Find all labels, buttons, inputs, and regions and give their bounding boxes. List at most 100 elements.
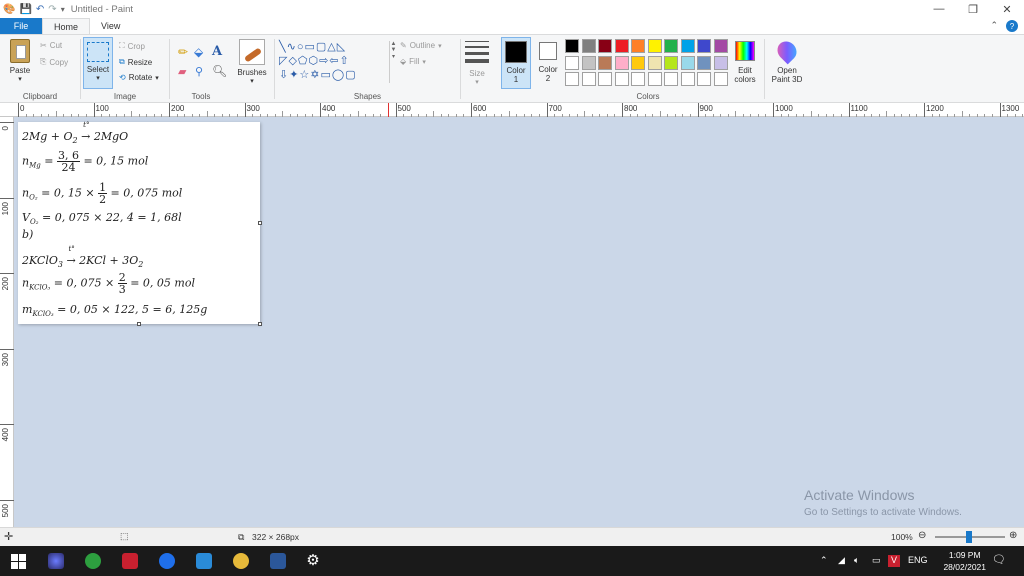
clock[interactable]: 1:09 PM 28/02/2021 bbox=[943, 549, 986, 573]
resize-handle-right[interactable] bbox=[258, 221, 262, 225]
tab-home[interactable]: Home bbox=[42, 18, 91, 34]
redo-icon[interactable]: ↷ bbox=[48, 4, 56, 15]
palette-swatch[interactable] bbox=[697, 55, 711, 70]
shapes-gallery[interactable]: ╲∿○▭▢△◺ ◸◇⬠⬡⇨⇦⇧ ⇩✦☆✡▭◯▢ bbox=[279, 40, 389, 84]
volume-icon[interactable]: 🔈︎ bbox=[854, 555, 859, 566]
open-paint3d-button[interactable]: Open Paint 3D bbox=[767, 37, 807, 84]
palette-swatch[interactable] bbox=[664, 55, 678, 70]
wifi-icon[interactable]: ◢ bbox=[838, 555, 845, 566]
palette-swatch[interactable] bbox=[647, 55, 662, 70]
customize-qa-icon[interactable]: ▾ bbox=[61, 5, 65, 14]
palette-swatch[interactable] bbox=[713, 55, 728, 70]
palette-swatch[interactable] bbox=[631, 39, 645, 53]
palette-swatch[interactable] bbox=[680, 72, 695, 86]
battery-icon[interactable]: ▭ bbox=[872, 555, 881, 566]
save-icon[interactable]: 💾 bbox=[19, 4, 31, 15]
fill-button[interactable]: ⬙ Fill ▾ bbox=[400, 57, 426, 66]
app-icon-1[interactable] bbox=[48, 553, 64, 569]
activate-windows-watermark: Activate Windows Go to Settings to activ… bbox=[804, 487, 962, 518]
palette-swatch[interactable] bbox=[697, 72, 711, 86]
paint-taskbar-icon[interactable] bbox=[233, 553, 249, 569]
palette-swatch[interactable] bbox=[713, 39, 728, 53]
fill-bucket-icon[interactable]: ⬙ bbox=[194, 45, 203, 59]
tab-file[interactable]: File bbox=[0, 18, 42, 34]
collapse-ribbon-icon[interactable]: ⌃ bbox=[990, 20, 998, 32]
palette-swatch[interactable] bbox=[664, 39, 678, 53]
close-button[interactable]: ✕ bbox=[990, 0, 1024, 18]
zoom-slider-thumb[interactable] bbox=[966, 531, 972, 543]
ruler-label: 300 bbox=[1, 352, 10, 366]
shapes-scroll[interactable]: ▲ ▼ ▾ bbox=[389, 41, 397, 83]
app-icon-2[interactable] bbox=[85, 553, 101, 569]
zoom-level: 100% bbox=[891, 532, 913, 542]
palette-swatch[interactable] bbox=[598, 72, 612, 86]
undo-icon[interactable]: ↶ bbox=[36, 4, 44, 15]
palette-swatch[interactable] bbox=[565, 72, 579, 86]
eraser-icon[interactable]: ▰ bbox=[178, 65, 186, 78]
ruler-label: 1300 bbox=[1001, 104, 1020, 113]
palette-swatch[interactable] bbox=[614, 39, 629, 53]
palette-swatch[interactable] bbox=[598, 55, 612, 70]
color1-button[interactable]: Color 1 bbox=[501, 37, 531, 89]
palette-swatch[interactable] bbox=[647, 39, 662, 53]
restore-button[interactable]: ❐ bbox=[956, 0, 990, 18]
pencil-icon[interactable]: ✏ bbox=[178, 45, 188, 59]
copy-button[interactable]: ⎘ Copy bbox=[40, 57, 68, 67]
palette-swatch[interactable] bbox=[581, 72, 596, 86]
minimize-button[interactable]: — bbox=[922, 0, 956, 18]
zoom-out-button[interactable]: ⊖ bbox=[918, 530, 926, 541]
input-language[interactable]: ENG bbox=[908, 555, 928, 565]
app-icon-5[interactable] bbox=[196, 553, 212, 569]
zoom-in-button[interactable]: ⊕ bbox=[1009, 530, 1017, 541]
crop-button[interactable]: ⛶ Crop bbox=[119, 41, 145, 51]
palette-swatch[interactable] bbox=[664, 72, 678, 86]
tray-chevron-icon[interactable]: ⌃ bbox=[820, 555, 828, 566]
palette-swatch[interactable] bbox=[631, 55, 645, 70]
ruler-tick bbox=[18, 103, 19, 117]
resize-handle-bottom[interactable] bbox=[137, 322, 141, 326]
palette-swatch[interactable] bbox=[565, 39, 579, 53]
help-icon[interactable]: ? bbox=[1006, 20, 1018, 32]
edit-colors-button[interactable]: Edit colors bbox=[730, 39, 760, 84]
text-tool-icon[interactable]: A bbox=[212, 44, 222, 59]
windows-start-icon[interactable] bbox=[10, 553, 26, 569]
palette-swatch[interactable] bbox=[614, 72, 629, 86]
drawing-canvas[interactable]: 2Mg + O2 → t° 2MgO nMg = 3, 6 24 = 0, 15 m… bbox=[18, 121, 262, 326]
scissors-icon: ✂ bbox=[40, 41, 47, 50]
paste-button[interactable]: Paste ▾ bbox=[6, 39, 34, 84]
clock-date: 28/02/2021 bbox=[943, 562, 986, 572]
palette-swatch[interactable] bbox=[614, 55, 629, 70]
palette-swatch[interactable] bbox=[647, 72, 662, 86]
notification-icon[interactable]: 🗨︎ bbox=[992, 553, 1006, 566]
cut-button[interactable]: ✂ Cut bbox=[40, 41, 62, 50]
color-picker-icon[interactable]: ⚲ bbox=[195, 65, 203, 78]
palette-swatch[interactable] bbox=[581, 39, 596, 53]
color2-button[interactable]: Color 2 bbox=[534, 39, 562, 83]
rotate-button[interactable]: ⟲ Rotate ▾ bbox=[119, 73, 159, 82]
select-button[interactable]: Select ▾ bbox=[83, 37, 113, 89]
image-size-icon: ⧉ bbox=[238, 532, 245, 542]
tab-view[interactable]: View bbox=[90, 18, 131, 34]
brushes-button[interactable]: Brushes ▾ bbox=[234, 39, 270, 86]
settings-gear-icon[interactable]: ⚙ bbox=[305, 553, 321, 569]
palette-swatch[interactable] bbox=[581, 55, 596, 70]
palette-swatch[interactable] bbox=[680, 39, 695, 53]
palette-swatch[interactable] bbox=[697, 39, 711, 53]
palette-swatch[interactable] bbox=[598, 39, 612, 53]
palette-swatch[interactable] bbox=[680, 55, 695, 70]
word-icon[interactable] bbox=[270, 553, 286, 569]
palette-swatch[interactable] bbox=[631, 72, 645, 86]
palette-swatch[interactable] bbox=[565, 55, 579, 70]
magnifier-icon[interactable]: 🔍︎ bbox=[212, 64, 227, 78]
palette-swatch[interactable] bbox=[713, 72, 728, 86]
resize-button[interactable]: ⧉ Resize bbox=[119, 57, 152, 67]
size-button[interactable]: Size ▾ bbox=[463, 39, 491, 87]
paint-app-icon: 🎨 bbox=[3, 3, 16, 15]
paste-label: Paste bbox=[9, 66, 31, 75]
tray-app-icon[interactable]: V bbox=[888, 555, 900, 567]
outline-button[interactable]: ✎ Outline ▾ bbox=[400, 41, 442, 50]
taskbar: ⚙ ⌃ ◢ 🔈︎ ▭ V ENG 1:09 PM 28/02/2021 🗨︎ bbox=[0, 546, 1024, 576]
app-icon-3[interactable] bbox=[122, 553, 138, 569]
zalo-icon[interactable] bbox=[159, 553, 175, 569]
resize-handle-corner[interactable] bbox=[258, 322, 262, 326]
